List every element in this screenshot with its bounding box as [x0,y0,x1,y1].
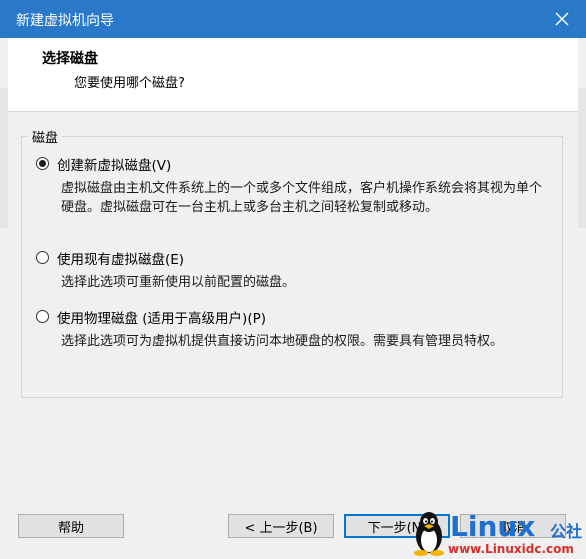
option-label[interactable]: 创建新虚拟磁盘(V) [57,154,171,174]
penguin-logo-icon [414,512,444,556]
option-description: 选择此选项可为虚拟机提供直接访问本地硬盘的权限。需要具有管理员特权。 [61,334,504,349]
radio-use-physical-disk[interactable] [36,310,49,323]
close-button[interactable] [546,4,578,34]
radio-create-new-disk[interactable] [36,157,49,170]
option-label[interactable]: 使用物理磁盘 (适用于高级用户)(P) [57,307,266,327]
close-icon [555,12,569,26]
window-title: 新建虚拟机向导 [16,13,114,29]
watermark-url: www.Linuxidc.com [448,542,574,556]
option-description: 选择此选项可重新使用以前配置的磁盘。 [61,275,296,290]
wizard-body: 磁盘 创建新虚拟磁盘(V) 虚拟磁盘由主机文件系统上的一个或多个文件组成，客户机… [8,112,578,496]
linuxidc-watermark: Linux 公社 www.Linuxidc.com [412,508,586,559]
option-description: 虚拟磁盘由主机文件系统上的一个或多个文件组成，客户机操作系统会将其视为单个硬盘。… [61,181,543,215]
page-subtitle: 您要使用哪个磁盘? [74,76,185,91]
page-title: 选择磁盘 [42,51,98,67]
title-bar[interactable]: 新建虚拟机向导 [0,0,586,38]
new-vm-wizard-window: 新建虚拟机向导 选择磁盘 您要使用哪个磁盘? 磁盘 创建新虚拟磁盘(V) 虚拟磁… [0,0,586,559]
radio-use-existing-disk[interactable] [36,251,49,264]
option-label[interactable]: 使用现有虚拟磁盘(E) [57,248,184,268]
groupbox-legend: 磁盘 [28,127,63,146]
wizard-header: 选择磁盘 您要使用哪个磁盘? [8,38,578,112]
help-button[interactable]: 帮助 [18,514,124,538]
back-button[interactable]: < 上一步(B) [228,514,334,538]
watermark-brand-suffix: 公社 [549,522,582,541]
disk-groupbox: 磁盘 创建新虚拟磁盘(V) 虚拟磁盘由主机文件系统上的一个或多个文件组成，客户机… [21,127,563,398]
watermark-brand: Linux [450,510,536,543]
